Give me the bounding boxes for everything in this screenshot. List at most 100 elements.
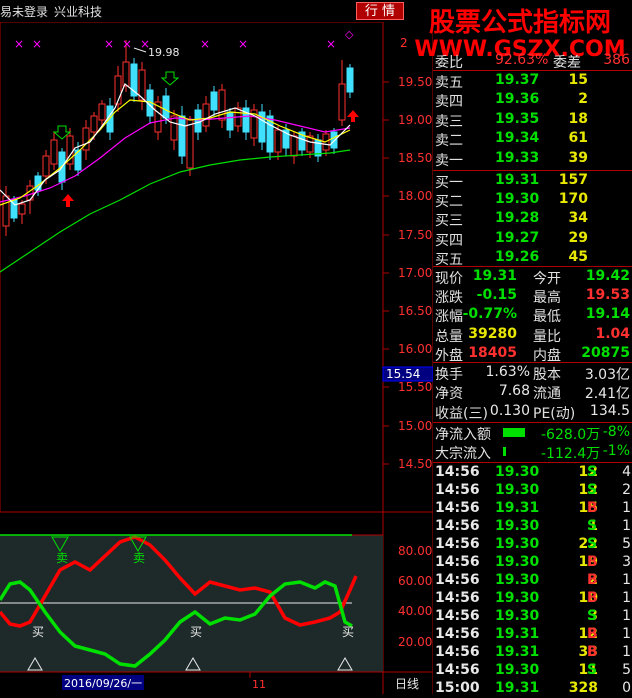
login-status[interactable]: 易未登录 — [0, 3, 48, 20]
candle-body — [346, 67, 354, 93]
svg-text:×: × — [104, 37, 114, 51]
trade-row: 14:56 19.31 15 B 1 — [435, 500, 631, 516]
y-tick: 18.00 — [398, 189, 432, 203]
stat-row-shouyi: 收益(三) 0.130 PE(动) 134.5 — [435, 402, 630, 422]
stat-row-zhangdie: 涨跌 -0.15 最高 19.53 — [435, 287, 630, 307]
y-tick: 19.00 — [398, 113, 432, 127]
trade-row: 14:56 19.30 19 B 3 — [435, 554, 631, 570]
candlesticks — [2, 40, 354, 236]
candle-body — [274, 129, 282, 153]
bid-row: 买五 19.26 45 — [435, 248, 588, 268]
ask-row: 卖一 19.33 39 — [435, 149, 588, 169]
net-inflow-row: 净流入额 -628.0万 -8% — [435, 424, 630, 443]
candle-body — [34, 175, 42, 191]
y-tick: 16.50 — [398, 304, 432, 318]
candle-body — [178, 115, 186, 157]
svg-text:◇: ◇ — [345, 28, 354, 41]
trade-row: 14:56 19.30 1 S 1 — [435, 518, 631, 534]
main-chart-frame — [0, 22, 384, 513]
stat-row-waipan: 外盘 18405 内盘 20875 — [435, 344, 630, 364]
weibi-row: 委比 92.63% 委差 386 — [435, 52, 630, 71]
date-label: 2016/09/26/一 — [64, 677, 142, 690]
candle-body — [98, 103, 106, 121]
svg-text:×: × — [238, 37, 248, 51]
ask-row: 卖四 19.36 2 — [435, 91, 588, 111]
trade-row: 14:56 19.31 12 B 1 — [435, 626, 631, 642]
stat-row-zongliang: 总量 39280 量比 1.04 — [435, 325, 630, 345]
trade-row: 14:56 19.30 11 S 5 — [435, 662, 631, 678]
trade-row: 14:56 19.31 33 B 1 — [435, 644, 631, 660]
candle-body — [170, 115, 178, 141]
trade-row: 14:56 19.30 22 S 5 — [435, 536, 631, 552]
candle-body — [226, 111, 234, 131]
y-tick: 17.00 — [398, 266, 432, 280]
stat-row-xianjia: 现价 19.31 今开 19.42 — [435, 268, 630, 287]
ask-row: 卖五 19.37 15 — [435, 72, 588, 91]
down-arrow-icon — [160, 71, 180, 86]
candle-body — [162, 95, 170, 119]
ask-row: 卖三 19.35 18 — [435, 110, 588, 130]
ind-y-tick: 60.00 — [398, 574, 432, 588]
period-tab[interactable]: 日线 — [395, 677, 419, 691]
up-arrow-icon — [62, 194, 74, 207]
svg-text:×: × — [200, 37, 210, 51]
ind-y-tick: 40.00 — [398, 604, 432, 618]
bid-row: 买二 19.30 170 — [435, 191, 588, 211]
candle-body — [42, 155, 50, 177]
candle-body — [194, 109, 202, 133]
sell-signal-label: 卖 — [56, 551, 68, 565]
y-tick: 15.50 — [398, 380, 432, 394]
y-tick: 18.50 — [398, 151, 432, 165]
sell-signal-label: 卖 — [133, 551, 145, 565]
stat-row-jingzi: 净资 7.68 流通 2.41亿 — [435, 383, 630, 403]
ind-y-tick: 20.00 — [398, 635, 432, 649]
quote-panel: 委比 92.63% 委差 386 净流入额 -628.0万 -8% 大宗流入 -… — [433, 52, 632, 696]
candle-body — [338, 83, 346, 121]
candle-body — [210, 91, 218, 111]
bid-row: 买一 19.31 157 — [435, 172, 588, 191]
y-tick: 2 — [400, 36, 408, 50]
trade-row: 15:00 19.31 328 0 — [435, 680, 631, 696]
svg-text:×: × — [32, 37, 42, 51]
buy-signal-label: 买 — [32, 625, 44, 639]
month-label: 11 — [252, 678, 266, 691]
y-tick: 14.50 — [398, 457, 432, 471]
svg-text:×: × — [326, 37, 336, 51]
trade-row: 14:56 19.30 10 B 1 — [435, 590, 631, 606]
y-tick: 15.00 — [398, 419, 432, 433]
buy-signal-label: 买 — [190, 625, 202, 639]
buy-signal-label: 买 — [342, 625, 354, 639]
svg-text:×: × — [122, 37, 132, 51]
ind-y-tick: 80.00 — [398, 544, 432, 558]
ask-row: 卖二 19.34 61 — [435, 130, 588, 150]
candle-body — [122, 61, 130, 87]
stat-row-zhangfu: 涨幅 -0.77% 最低 19.14 — [435, 306, 630, 326]
bulk-inflow-row: 大宗流入 -112.4万 -1% — [435, 443, 630, 462]
candle-body — [290, 135, 298, 157]
quote-button[interactable]: 行 情 — [356, 2, 404, 20]
candle-body — [330, 131, 338, 149]
candle-body — [18, 203, 26, 215]
bid-row: 买三 19.28 34 — [435, 210, 588, 230]
kline-chart[interactable]: 2 19.50 19.00 18.50 18.00 17.50 17.00 16… — [0, 22, 433, 694]
trade-row: 14:56 19.30 12 S 4 — [435, 464, 631, 480]
y-tick: 17.50 — [398, 228, 432, 242]
up-arrow-icon — [347, 110, 359, 122]
stat-row-huanshou: 换手 1.63% 股本 3.03亿 — [435, 364, 630, 383]
cursor-price: 15.54 — [386, 367, 420, 381]
y-tick: 19.50 — [398, 75, 432, 89]
candle-body — [202, 103, 210, 127]
stock-name: 兴业科技 — [54, 5, 103, 19]
trade-row: 14:56 19.30 12 S 2 — [435, 482, 631, 498]
candle-body — [106, 105, 114, 133]
trade-row: 14:56 19.30 3 S 1 — [435, 608, 631, 624]
high-price-label: 19.98 — [148, 46, 180, 59]
svg-text:×: × — [14, 37, 24, 51]
bid-row: 买四 19.27 29 — [435, 229, 588, 249]
trade-row: 14:56 19.30 2 B 1 — [435, 572, 631, 588]
candle-body — [90, 115, 98, 133]
ma-line-green — [0, 149, 351, 273]
y-tick: 16.00 — [398, 342, 432, 356]
candle-body — [186, 119, 194, 169]
banner-title: 股票公式指标网 — [428, 8, 611, 38]
